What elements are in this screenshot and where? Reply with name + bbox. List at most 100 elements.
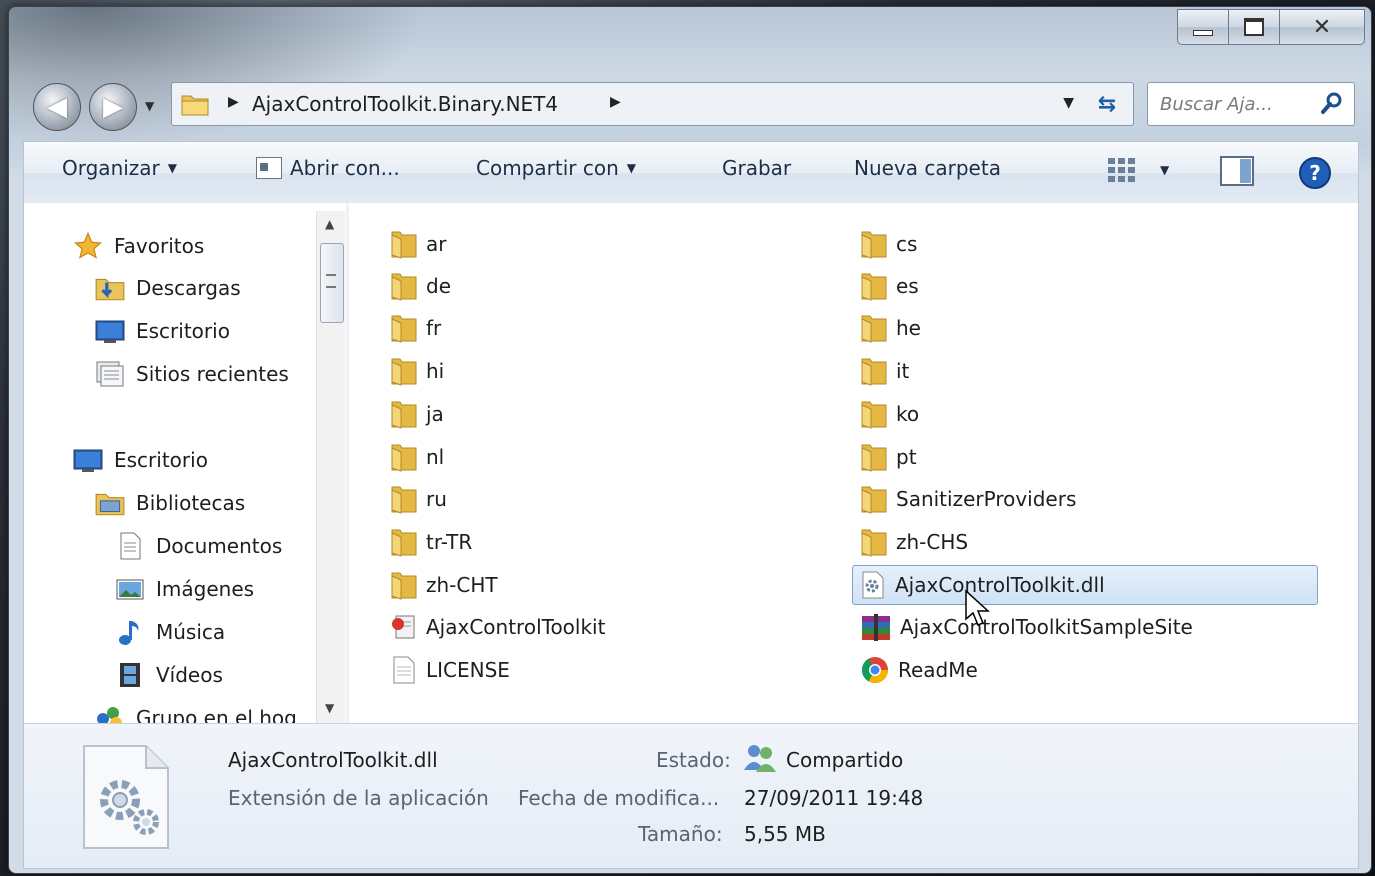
breadcrumb-current[interactable]: AjaxControlToolkit.Binary.NET4 xyxy=(252,92,558,116)
folder-icon xyxy=(181,95,209,116)
file-name: tr-TR xyxy=(426,530,473,554)
file-name: nl xyxy=(426,445,445,469)
file-name: AjaxControlToolkitSampleSite xyxy=(900,615,1193,639)
folder-icon xyxy=(391,315,417,343)
sidebar-item-downloads[interactable]: Descargas xyxy=(94,273,241,303)
picture-icon xyxy=(116,579,144,600)
sidebar-item-desktop[interactable]: Escritorio xyxy=(72,445,208,475)
details-pane: AjaxControlToolkit.dll Extensión de la a… xyxy=(23,723,1359,869)
search-input[interactable] xyxy=(1158,90,1312,118)
file-name: AjaxControlToolkit.dll xyxy=(895,573,1105,597)
file-item-folder[interactable]: ru xyxy=(390,480,447,518)
homegroup-icon xyxy=(97,707,122,723)
file-item-folder[interactable]: de xyxy=(390,267,451,305)
preview-pane-icon xyxy=(1220,156,1254,186)
details-state-value: Compartido xyxy=(786,748,904,772)
preview-pane-button[interactable] xyxy=(1220,156,1254,186)
file-item-folder[interactable]: zh-CHT xyxy=(390,566,498,604)
share-with-button[interactable]: Compartir con ▼ xyxy=(476,156,636,180)
breadcrumb-separator-icon[interactable]: ▶ xyxy=(228,94,239,110)
sidebar-item-label: Imágenes xyxy=(156,577,255,601)
sidebar-item-videos[interactable]: Vídeos xyxy=(114,660,223,690)
navigation-scrollbar[interactable]: ▲ ▼ xyxy=(316,211,345,723)
file-item-archive[interactable]: AjaxControlToolkitSampleSite xyxy=(860,608,1193,646)
desktop-icon xyxy=(95,320,125,343)
view-options-button[interactable]: ▼ xyxy=(1106,156,1169,184)
minimize-button[interactable] xyxy=(1177,9,1229,45)
open-with-button[interactable]: Abrir con... xyxy=(256,156,400,180)
burn-button[interactable]: Grabar xyxy=(722,156,791,180)
file-item-folder[interactable]: cs xyxy=(860,225,917,263)
maximize-button[interactable] xyxy=(1229,9,1280,45)
help-icon: ? xyxy=(1299,157,1331,189)
sidebar-item-homegroup[interactable]: Grupo en el hog xyxy=(94,703,297,723)
file-name: zh-CHS xyxy=(896,530,969,554)
address-dropdown-icon[interactable]: ▼ xyxy=(1063,95,1074,111)
close-button[interactable]: ✕ xyxy=(1280,9,1365,45)
file-name: de xyxy=(426,274,451,298)
refresh-button[interactable]: ⇆ xyxy=(1081,82,1134,126)
sidebar-item-label: Favoritos xyxy=(114,234,205,258)
chevron-down-icon: ▼ xyxy=(1160,163,1170,177)
file-item-folder[interactable]: pt xyxy=(860,438,917,476)
sidebar-item-label: Música xyxy=(156,620,226,644)
details-file-name: AjaxControlToolkit.dll xyxy=(228,748,438,772)
file-item-folder[interactable]: zh-CHS xyxy=(860,523,968,561)
sidebar-item-libraries[interactable]: Bibliotecas xyxy=(94,488,245,518)
file-item-folder[interactable]: tr-TR xyxy=(390,523,472,561)
sidebar-item-label: Vídeos xyxy=(156,663,223,687)
file-name: it xyxy=(896,359,910,383)
organize-button[interactable]: Organizar ▼ xyxy=(62,156,177,180)
search-box[interactable] xyxy=(1147,82,1355,126)
address-bar[interactable]: ▶ AjaxControlToolkit.Binary.NET4 ▶ ▼ xyxy=(171,82,1083,126)
file-item-folder[interactable]: fr xyxy=(390,309,441,347)
details-file-type: Extensión de la aplicación xyxy=(228,786,489,810)
file-name: ReadMe xyxy=(898,658,978,682)
file-item-folder[interactable]: hi xyxy=(390,352,444,390)
scroll-up-icon[interactable]: ▲ xyxy=(325,217,334,231)
file-item-folder[interactable]: ar xyxy=(390,225,446,263)
file-item-folder[interactable]: SanitizerProviders xyxy=(860,480,1076,518)
sidebar-item-favorites[interactable]: Favoritos xyxy=(72,231,204,261)
file-item-dll-selected[interactable]: AjaxControlToolkit.dll xyxy=(852,565,1318,605)
sidebar-item-music[interactable]: Música xyxy=(114,617,225,647)
file-item-html[interactable]: ReadMe xyxy=(860,651,978,689)
help-button[interactable]: ? xyxy=(1298,156,1332,190)
recent-pages-dropdown[interactable]: ▼ xyxy=(145,99,154,113)
content-area: Favoritos Descargas Escritorio Sitios re… xyxy=(23,203,1359,723)
file-item-folder[interactable]: es xyxy=(860,267,919,305)
shared-users-icon xyxy=(744,745,776,772)
search-icon xyxy=(1321,92,1342,114)
folder-icon xyxy=(391,273,417,301)
scroll-down-icon[interactable]: ▼ xyxy=(325,701,334,715)
folder-icon xyxy=(861,273,887,301)
file-item-folder[interactable]: it xyxy=(860,352,909,390)
burn-label: Grabar xyxy=(722,156,792,180)
file-name: AjaxControlToolkit xyxy=(426,615,606,639)
forward-button[interactable]: ▶ xyxy=(89,83,137,131)
sidebar-item-desktop-favorite[interactable]: Escritorio xyxy=(94,316,230,346)
sidebar-item-pictures[interactable]: Imágenes xyxy=(114,574,254,604)
file-item-folder[interactable]: ja xyxy=(390,395,444,433)
file-item-text[interactable]: LICENSE xyxy=(390,651,510,689)
folder-icon xyxy=(861,315,887,343)
breadcrumb-chevron-icon[interactable]: ▶ xyxy=(610,94,621,110)
file-name: hi xyxy=(426,359,445,383)
sidebar-item-documents[interactable]: Documentos xyxy=(114,531,282,561)
new-folder-button[interactable]: Nueva carpeta xyxy=(854,156,1001,180)
file-name: ar xyxy=(426,232,447,256)
folder-icon xyxy=(861,444,887,472)
close-icon: ✕ xyxy=(1312,14,1332,40)
pane-splitter[interactable] xyxy=(346,203,349,723)
back-button[interactable]: ◀ xyxy=(33,83,81,131)
file-item-folder[interactable]: nl xyxy=(390,438,444,476)
scroll-thumb[interactable] xyxy=(320,243,344,323)
file-name: cs xyxy=(896,232,918,256)
share-with-label: Compartir con xyxy=(476,156,619,180)
folder-icon xyxy=(391,444,417,472)
file-item-installer[interactable]: AjaxControlToolkit xyxy=(390,608,605,646)
file-item-folder[interactable]: ko xyxy=(860,395,919,433)
file-item-folder[interactable]: he xyxy=(860,309,921,347)
sidebar-item-recent-places[interactable]: Sitios recientes xyxy=(94,359,289,389)
forward-arrow-icon: ▶ xyxy=(103,92,123,122)
